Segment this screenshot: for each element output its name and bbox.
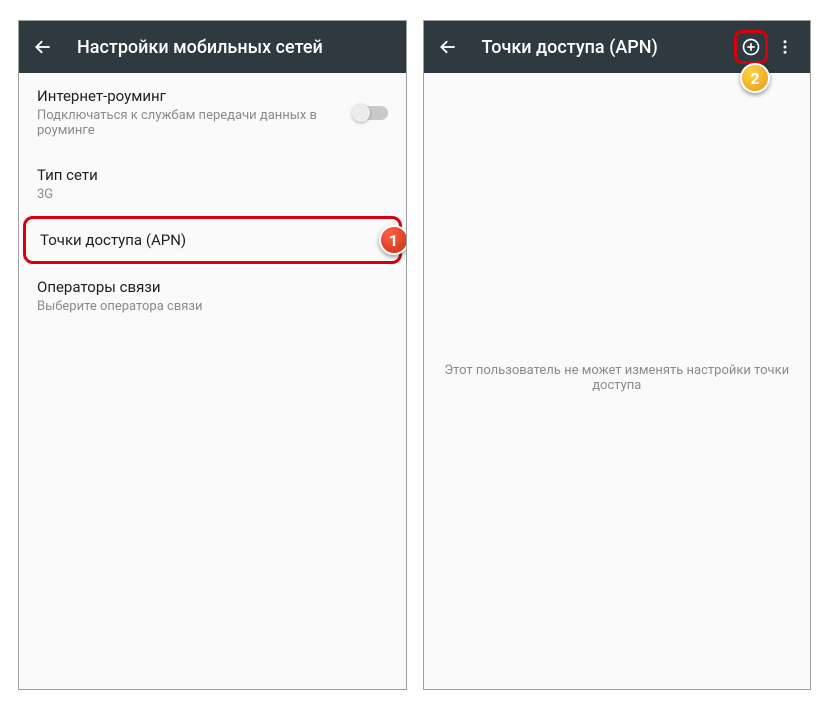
operators-label: Операторы связи — [37, 278, 388, 296]
roaming-label: Интернет-роуминг — [37, 87, 354, 105]
toggle-knob — [352, 104, 370, 122]
network-type-sublabel: 3G — [37, 187, 388, 202]
operators-sublabel: Выберите оператора связи — [37, 299, 388, 314]
back-arrow-icon[interactable] — [33, 37, 53, 57]
appbar-title-left: Настройки мобильных сетей — [77, 37, 392, 58]
overflow-menu-icon[interactable] — [774, 36, 796, 58]
roaming-row[interactable]: Интернет-роуминг Подключаться к службам … — [19, 73, 406, 152]
apn-row[interactable]: Точки доступа (APN) 1 — [23, 216, 402, 264]
roaming-sublabel: Подключаться к службам передачи данных в… — [37, 108, 354, 138]
settings-list: Интернет-роуминг Подключаться к службам … — [19, 73, 406, 689]
callout-badge-1: 1 — [379, 225, 407, 255]
apn-label: Точки доступа (APN) — [40, 231, 385, 249]
appbar-left: Настройки мобильных сетей — [19, 21, 406, 73]
phone-right: Точки доступа (APN) 2 Этот пользователь … — [423, 20, 812, 690]
empty-state-message: Этот пользователь не может изменять наст… — [424, 73, 811, 393]
callout-badge-2: 2 — [740, 63, 770, 93]
network-type-row[interactable]: Тип сети 3G — [19, 152, 406, 216]
phone-left: Настройки мобильных сетей Интернет-роуми… — [18, 20, 407, 690]
back-arrow-icon[interactable] — [438, 37, 458, 57]
apn-content: Этот пользователь не может изменять наст… — [424, 73, 811, 689]
appbar-title-right: Точки доступа (APN) — [482, 37, 729, 58]
network-type-label: Тип сети — [37, 166, 388, 184]
add-apn-button[interactable] — [740, 36, 762, 58]
operators-row[interactable]: Операторы связи Выберите оператора связи — [19, 264, 406, 328]
roaming-toggle[interactable] — [354, 106, 388, 120]
